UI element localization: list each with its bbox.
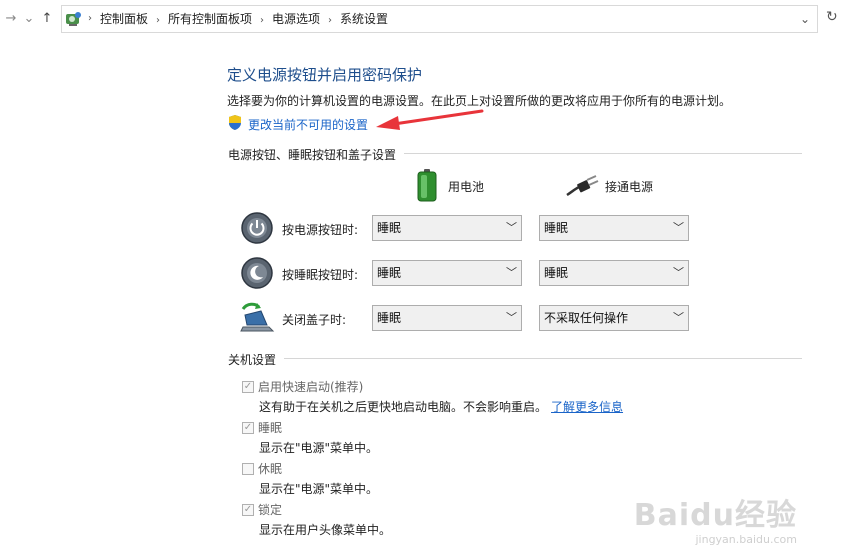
- address-bar[interactable]: › 控制面板 › 所有控制面板项 › 电源选项 › 系统设置 ⌄: [61, 5, 818, 33]
- power-button-plugged-select[interactable]: 睡眠 ﹀: [539, 215, 689, 241]
- sleep-button-icon: [241, 257, 273, 289]
- sleep-button-battery-select[interactable]: 睡眠 ﹀: [372, 260, 522, 286]
- fast-startup-label: 启用快速启动(推荐): [258, 380, 364, 394]
- power-button-battery-select[interactable]: 睡眠 ﹀: [372, 215, 522, 241]
- change-unavailable-settings-link[interactable]: 更改当前不可用的设置: [248, 116, 368, 133]
- breadcrumb-item-system-settings[interactable]: 系统设置: [340, 12, 388, 26]
- breadcrumb-root-chevron: ›: [88, 13, 92, 24]
- baidu-watermark-url: jingyan.baidu.com: [695, 533, 797, 546]
- control-panel-icon: [66, 12, 81, 26]
- lid-close-label: 关闭盖子时:: [282, 313, 347, 327]
- section-divider: [404, 153, 802, 154]
- lock-label: 锁定: [258, 503, 283, 517]
- power-button-icon: [241, 212, 273, 244]
- address-dropdown-icon[interactable]: ⌄: [797, 10, 813, 28]
- uac-shield-icon: [229, 115, 241, 130]
- column-header-battery: 用电池: [448, 180, 485, 194]
- refresh-icon[interactable]: ↻: [826, 9, 838, 25]
- recent-locations-icon[interactable]: ⌄: [20, 9, 38, 29]
- chevron-down-icon: ﹀: [673, 266, 684, 279]
- select-value: 睡眠: [544, 221, 569, 235]
- column-header-plugged-in: 接通电源: [605, 180, 654, 194]
- chevron-down-icon: ﹀: [673, 221, 684, 234]
- baidu-watermark: Baidu经验: [633, 498, 797, 533]
- select-value: 不采取任何操作: [544, 311, 629, 325]
- select-value: 睡眠: [377, 221, 402, 235]
- forward-icon[interactable]: →: [2, 9, 20, 29]
- lock-checkbox[interactable]: ✓: [242, 504, 254, 516]
- breadcrumb-item-power-options[interactable]: 电源选项: [272, 12, 320, 26]
- sleep-checkbox[interactable]: ✓: [242, 422, 254, 434]
- chevron-down-icon: ﹀: [506, 221, 517, 234]
- hibernate-description: 显示在"电源"菜单中。: [259, 482, 379, 496]
- breadcrumb-item-control-panel[interactable]: 控制面板: [100, 12, 148, 26]
- hibernate-label: 休眠: [258, 462, 283, 476]
- chevron-right-icon: ›: [328, 15, 333, 26]
- chevron-down-icon: ﹀: [506, 266, 517, 279]
- breadcrumb-item-all-items[interactable]: 所有控制面板项: [168, 12, 252, 26]
- hibernate-checkbox[interactable]: [242, 463, 254, 475]
- lid-close-battery-select[interactable]: 睡眠 ﹀: [372, 305, 522, 331]
- page-title: 定义电源按钮并启用密码保护: [227, 66, 423, 84]
- select-value: 睡眠: [377, 311, 402, 325]
- annotation-arrow: [376, 109, 484, 130]
- laptop-lid-icon: [240, 302, 275, 332]
- sleep-description: 显示在"电源"菜单中。: [259, 441, 379, 455]
- lid-close-plugged-select[interactable]: 不采取任何操作 ﹀: [539, 305, 689, 331]
- sleep-button-label: 按睡眠按钮时:: [282, 268, 359, 282]
- fast-startup-description: 这有助于在关机之后更快地启动电脑。不会影响重启。 了解更多信息: [259, 398, 623, 415]
- fast-startup-desc-text: 这有助于在关机之后更快地启动电脑。不会影响重启。: [259, 400, 548, 414]
- fast-startup-checkbox[interactable]: ✓: [242, 381, 254, 393]
- learn-more-link[interactable]: 了解更多信息: [551, 400, 623, 414]
- shutdown-section-title: 关机设置: [228, 353, 277, 367]
- lock-description: 显示在用户头像菜单中。: [259, 523, 392, 537]
- chevron-down-icon: ﹀: [673, 311, 684, 324]
- battery-icon: [417, 169, 437, 202]
- power-buttons-section-title: 电源按钮、睡眠按钮和盖子设置: [228, 148, 397, 162]
- sleep-button-plugged-select[interactable]: 睡眠 ﹀: [539, 260, 689, 286]
- chevron-right-icon: ›: [156, 15, 161, 26]
- sleep-label: 睡眠: [258, 421, 283, 435]
- select-value: 睡眠: [377, 266, 402, 280]
- chevron-down-icon: ﹀: [506, 311, 517, 324]
- power-plug-icon: [566, 175, 599, 197]
- chevron-right-icon: ›: [260, 15, 265, 26]
- power-button-label: 按电源按钮时:: [282, 223, 359, 237]
- page-description: 选择要为你的计算机设置的电源设置。在此页上对设置所做的更改将应用于你所有的电源计…: [227, 94, 732, 108]
- section-divider: [284, 358, 802, 359]
- select-value: 睡眠: [544, 266, 569, 280]
- breadcrumb: 控制面板 › 所有控制面板项 › 电源选项 › 系统设置: [100, 6, 388, 32]
- up-icon[interactable]: ↑: [38, 9, 56, 29]
